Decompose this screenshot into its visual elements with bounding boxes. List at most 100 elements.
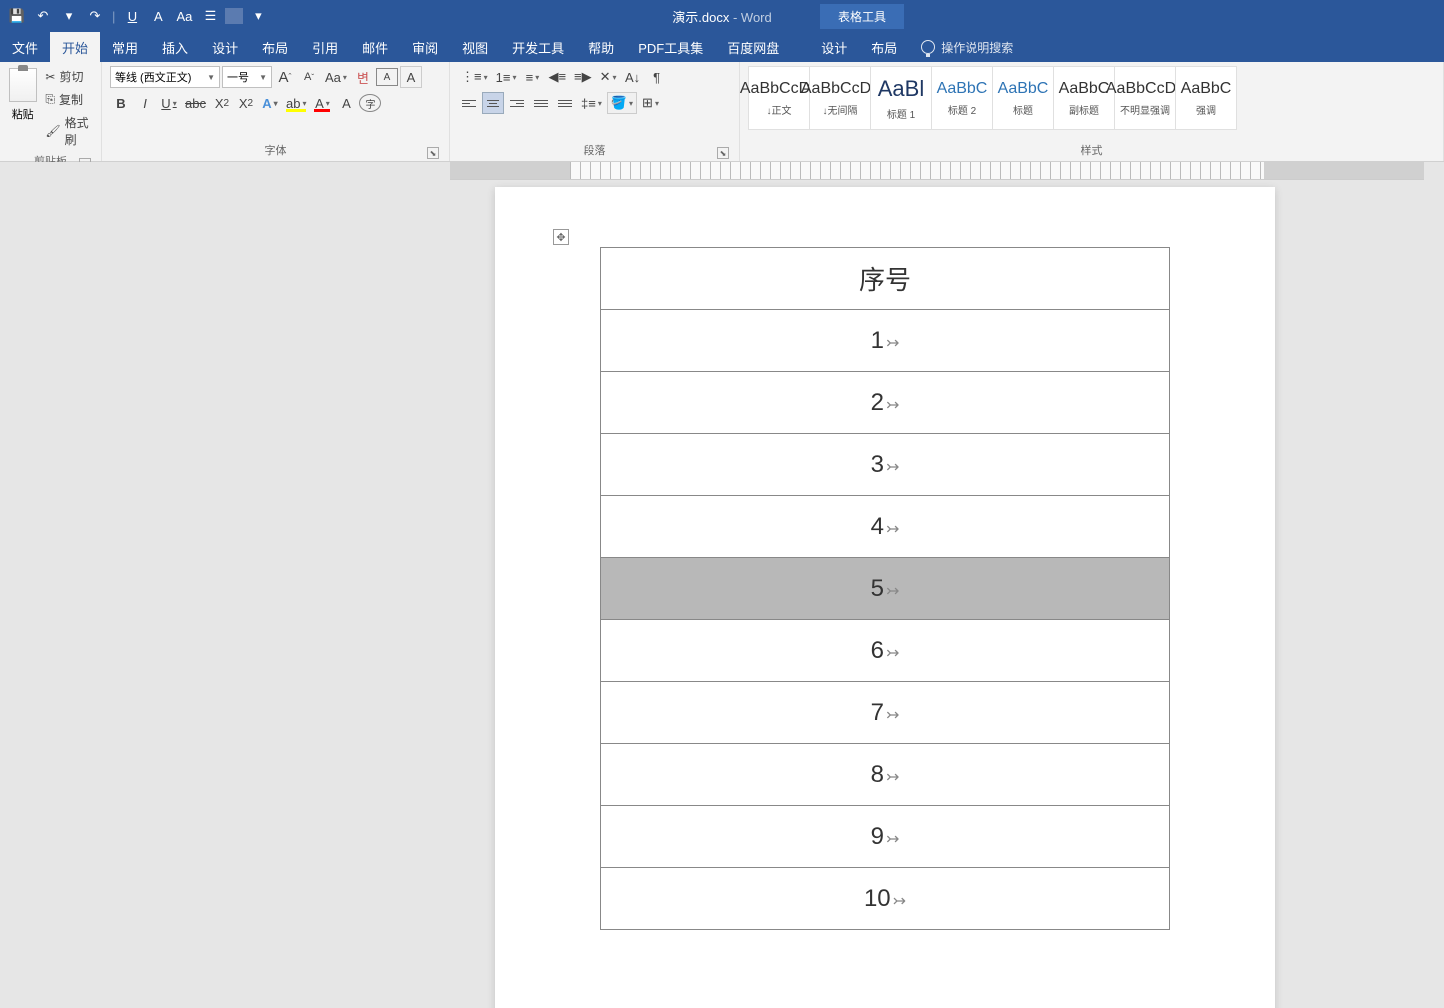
qat-more[interactable]: ▾ <box>247 5 269 27</box>
tab-home[interactable]: 开始 <box>50 32 100 62</box>
highlight-button[interactable]: ab▾ <box>283 92 309 114</box>
phonetic-guide-button[interactable]: 변 <box>352 66 374 88</box>
tell-me-search[interactable]: 操作说明搜索 <box>909 32 1013 62</box>
tab-view[interactable]: 视图 <box>450 32 500 62</box>
enclose-char-button[interactable]: 字 <box>359 94 381 112</box>
font-color-button[interactable]: A▾ <box>311 92 333 114</box>
cut-button[interactable]: ✂剪切 <box>41 66 93 87</box>
sort-button[interactable]: A↓ <box>622 66 644 88</box>
qat-change-case[interactable]: Aa <box>173 5 195 27</box>
table-cell[interactable]: 9↣ <box>601 806 1170 868</box>
align-center-button[interactable] <box>482 92 504 114</box>
tab-pdf[interactable]: PDF工具集 <box>626 32 715 62</box>
ribbon: 粘贴 ✂剪切 ⎘复制 🖌格式刷 剪贴板⬊ 等线 (西文正文)▼ 一号▼ Aˆ A… <box>0 62 1444 162</box>
cell-value: 9 <box>871 823 884 850</box>
tab-file[interactable]: 文件 <box>0 32 50 62</box>
style-item-6[interactable]: AaBbCcDc不明显强调 <box>1114 66 1176 130</box>
tab-mailings[interactable]: 邮件 <box>350 32 400 62</box>
shading-button[interactable]: 🪣▾ <box>607 92 637 114</box>
numbering-button[interactable]: 1≡▾ <box>493 66 520 88</box>
paste-button[interactable]: 粘贴 <box>8 66 37 130</box>
superscript-button[interactable]: X2 <box>235 92 257 114</box>
style-item-1[interactable]: AaBbCcDc↓无间隔 <box>809 66 871 130</box>
char-border-button[interactable]: A <box>376 68 398 86</box>
line-spacing-button[interactable]: ‡≡▾ <box>578 92 605 114</box>
redo-button[interactable]: ↷ <box>84 5 106 27</box>
horizontal-ruler[interactable] <box>450 162 1424 180</box>
style-item-3[interactable]: AaBbC标题 2 <box>931 66 993 130</box>
document-table[interactable]: 序号1↣2↣3↣4↣5↣6↣7↣8↣9↣10↣ <box>600 247 1170 930</box>
table-cell[interactable]: 5↣ <box>601 558 1170 620</box>
save-button[interactable]: 💾 <box>6 5 28 27</box>
tab-table-layout[interactable]: 布局 <box>859 32 909 62</box>
table-move-handle[interactable]: ✥ <box>553 229 569 245</box>
style-item-2[interactable]: AaBl标题 1 <box>870 66 932 130</box>
qat-list[interactable]: ☰ <box>199 5 221 27</box>
copy-button[interactable]: ⎘复制 <box>41 89 93 110</box>
table-cell[interactable]: 2↣ <box>601 372 1170 434</box>
table-cell[interactable]: 4↣ <box>601 496 1170 558</box>
increase-indent-button[interactable]: ≡▶ <box>571 66 595 88</box>
style-item-0[interactable]: AaBbCcDc↓正文 <box>748 66 810 130</box>
tab-insert[interactable]: 插入 <box>150 32 200 62</box>
table-cell[interactable]: 6↣ <box>601 620 1170 682</box>
asian-layout-button[interactable]: ✕▾ <box>597 66 620 88</box>
grow-font-button[interactable]: Aˆ <box>274 66 296 88</box>
undo-button[interactable]: ↶ <box>32 5 54 27</box>
tab-developer[interactable]: 开发工具 <box>500 32 576 62</box>
underline-button[interactable]: U▾ <box>158 92 180 114</box>
style-item-4[interactable]: AaBbC标题 <box>992 66 1054 130</box>
table-cell[interactable]: 7↣ <box>601 682 1170 744</box>
tab-review[interactable]: 审阅 <box>400 32 450 62</box>
style-name: ↓正文 <box>767 102 792 117</box>
shrink-font-button[interactable]: Aˇ <box>298 66 320 88</box>
font-name-combo[interactable]: 等线 (西文正文)▼ <box>110 66 220 88</box>
char-shading-button[interactable]: A <box>335 92 357 114</box>
italic-button[interactable]: I <box>134 92 156 114</box>
table-header-cell[interactable]: 序号 <box>601 248 1170 310</box>
undo-dropdown[interactable]: ▾ <box>58 5 80 27</box>
tab-baidu[interactable]: 百度网盘 <box>715 32 791 62</box>
borders-button[interactable]: ⊞▾ <box>639 92 662 114</box>
tab-layout[interactable]: 布局 <box>250 32 300 62</box>
table-cell[interactable]: 8↣ <box>601 744 1170 806</box>
tab-mark-icon: ↣ <box>886 707 899 724</box>
tab-design[interactable]: 设计 <box>200 32 250 62</box>
table-cell[interactable]: 3↣ <box>601 434 1170 496</box>
font-size-combo[interactable]: 一号▼ <box>222 66 272 88</box>
font-launcher[interactable]: ⬊ <box>427 147 439 159</box>
table-cell[interactable]: 10↣ <box>601 868 1170 930</box>
change-case-button[interactable]: Aa▾ <box>322 66 350 88</box>
tab-common[interactable]: 常用 <box>100 32 150 62</box>
justify-button[interactable] <box>530 92 552 114</box>
text-effects-button[interactable]: A▾ <box>259 92 281 114</box>
clear-formatting-button[interactable]: A <box>400 66 422 88</box>
styles-gallery[interactable]: AaBbCcDc↓正文AaBbCcDc↓无间隔AaBl标题 1AaBbC标题 2… <box>748 66 1435 139</box>
tab-help[interactable]: 帮助 <box>576 32 626 62</box>
qat-highlight[interactable] <box>225 8 243 24</box>
format-painter-button[interactable]: 🖌格式刷 <box>41 112 93 150</box>
style-item-7[interactable]: AaBbC强调 <box>1175 66 1237 130</box>
tab-references[interactable]: 引用 <box>300 32 350 62</box>
scissors-icon: ✂ <box>45 70 55 84</box>
align-right-button[interactable] <box>506 92 528 114</box>
align-left-button[interactable] <box>458 92 480 114</box>
decrease-indent-button[interactable]: ◀≡ <box>545 66 569 88</box>
strikethrough-button[interactable]: abc <box>182 92 209 114</box>
qat-underline[interactable]: U <box>121 5 143 27</box>
paragraph-launcher[interactable]: ⬊ <box>717 147 729 159</box>
bullets-button[interactable]: ⋮≡▾ <box>458 66 491 88</box>
table-cell[interactable]: 1↣ <box>601 310 1170 372</box>
tab-table-design[interactable]: 设计 <box>809 32 859 62</box>
style-item-5[interactable]: AaBbC副标题 <box>1053 66 1115 130</box>
show-marks-button[interactable]: ¶ <box>646 66 668 88</box>
subscript-button[interactable]: X2 <box>211 92 233 114</box>
bold-button[interactable]: B <box>110 92 132 114</box>
distributed-button[interactable] <box>554 92 576 114</box>
cell-value: 4 <box>871 513 884 540</box>
multilevel-button[interactable]: ≡▾ <box>521 66 543 88</box>
document-page[interactable]: ✥ 序号1↣2↣3↣4↣5↣6↣7↣8↣9↣10↣ <box>495 187 1275 1008</box>
tab-mark-icon: ↣ <box>886 769 899 786</box>
qat-font-color[interactable]: A <box>147 5 169 27</box>
cell-value: 2 <box>871 389 884 416</box>
